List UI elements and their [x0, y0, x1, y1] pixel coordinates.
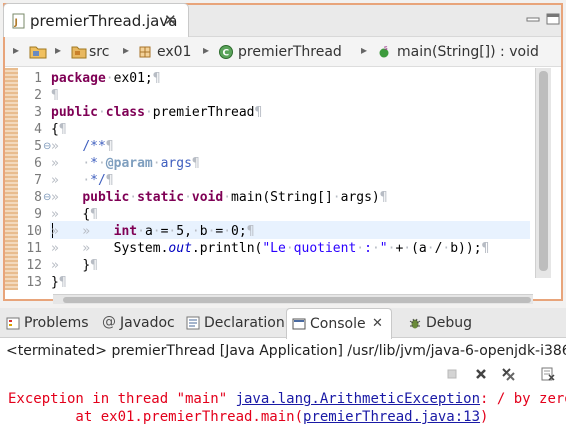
tab-problems[interactable]: Problems: [6, 308, 94, 338]
project-folder-icon[interactable]: [29, 44, 47, 59]
minimize-icon[interactable]: [526, 14, 540, 26]
svg-text:C: C: [223, 49, 230, 59]
code-line: » public·static·void·main(String[]·args)…: [51, 190, 388, 205]
scrollbar-thumb[interactable]: [539, 71, 548, 271]
clear-console-icon[interactable]: [540, 366, 556, 382]
tab-console[interactable]: Console ✕: [286, 308, 392, 339]
views-pane: Problems @ Javadoc Declaration Console ✕: [0, 308, 566, 441]
line-number: 8: [34, 190, 42, 205]
code-line: public·class·premierThread¶: [51, 105, 263, 120]
console-output[interactable]: Exception in thread "main" java.lang.Ari…: [0, 389, 566, 441]
package-icon: [139, 46, 151, 58]
line-number: 6: [34, 156, 42, 171]
breadcrumb-item-src[interactable]: src: [89, 44, 109, 60]
javadoc-icon: @: [102, 314, 116, 330]
tab-javadoc[interactable]: @ Javadoc: [102, 308, 184, 338]
code-line: » /**¶: [51, 139, 114, 154]
editor-tab-strip: J premierThread.java ✕: [3, 3, 561, 37]
line-number: 12: [26, 258, 42, 273]
breadcrumb-item-class[interactable]: premierThread: [238, 44, 342, 60]
console-process-label: <terminated> premierThread [Java Applica…: [0, 339, 566, 363]
tab-label: Declaration: [204, 315, 285, 331]
code-line: ¶: [51, 88, 59, 103]
close-icon[interactable]: ✕: [164, 11, 177, 29]
problems-icon: [6, 317, 20, 330]
line-number: 3: [34, 105, 42, 120]
breadcrumb-item-method[interactable]: main(String[]) : void: [397, 44, 539, 60]
vertical-scrollbar[interactable]: [535, 68, 551, 278]
tab-label: Console: [310, 316, 366, 332]
change-ruler: [5, 68, 18, 290]
line-number: 9: [34, 207, 42, 222]
editor-tab-label: premierThread.java: [30, 12, 178, 30]
code-line: » }¶: [51, 258, 98, 273]
console-error-line: Exception in thread "main" java.lang.Ari…: [8, 391, 566, 407]
code-area[interactable]: 1 2 3 4 5 ⊖ 6 7 8 ⊖ 9 10 11 12 13 packag…: [5, 68, 561, 304]
editor-pane: J premierThread.java ✕ ▸ ▸ src ▸ ex01 ▸ …: [0, 0, 566, 304]
code-line: package·ex01;¶: [51, 71, 161, 86]
chevron-right-icon: ▸: [123, 43, 130, 57]
code-line: » » int·a·=·5,·b·=·0;¶: [51, 224, 255, 239]
error-text: : / by zero: [480, 391, 566, 407]
line-number: 2: [34, 88, 42, 103]
console-process-path: <terminated> premierThread [Java Applica…: [6, 343, 566, 359]
maximize-icon[interactable]: [546, 13, 560, 25]
svg-text:J: J: [14, 18, 18, 28]
terminate-icon[interactable]: [444, 366, 460, 382]
line-number: 5: [34, 139, 42, 154]
chevron-right-icon: ▸: [13, 43, 20, 57]
line-number: 11: [26, 241, 42, 256]
code-line: {¶: [51, 122, 67, 137]
line-number: 7: [34, 173, 42, 188]
console-stack-line: at ex01.premierThread.main(premierThread…: [8, 409, 488, 425]
tab-declaration[interactable]: Declaration: [186, 308, 285, 338]
line-number: 13: [26, 275, 42, 290]
code-line: » ·*/¶: [51, 173, 114, 188]
source-location-link[interactable]: premierThread.java:13: [303, 409, 480, 425]
scrollbar-thumb[interactable]: [63, 297, 531, 303]
class-icon: C: [219, 45, 233, 59]
tab-debug[interactable]: Debug: [408, 308, 478, 338]
editor-tab-premierthread[interactable]: J premierThread.java ✕: [3, 3, 189, 37]
line-number: 1: [34, 71, 42, 86]
console-icon: [292, 318, 306, 330]
chevron-right-icon: ▸: [361, 43, 368, 57]
horizontal-scrollbar[interactable]: [53, 294, 533, 304]
console-toolbar: [0, 363, 566, 387]
remove-all-terminated-icon[interactable]: [500, 366, 516, 382]
declaration-icon: [186, 316, 200, 330]
close-icon[interactable]: ✕: [372, 316, 383, 331]
line-number: 4: [34, 122, 42, 137]
tab-label: Javadoc: [120, 315, 175, 331]
chevron-right-icon: ▸: [203, 43, 210, 57]
code-line: }¶: [51, 275, 67, 290]
exception-link[interactable]: java.lang.ArithmeticException: [236, 391, 480, 407]
error-text: Exception in thread "main": [8, 391, 236, 407]
method-icon: s: [379, 45, 389, 58]
source-folder-icon: [71, 46, 87, 59]
debug-icon: [409, 318, 421, 329]
line-number: 10: [26, 224, 42, 239]
code-line: » {¶: [51, 207, 98, 222]
code-line: » ·*·@param·args¶: [51, 156, 200, 171]
tab-label: Problems: [24, 315, 89, 331]
svg-text:s: s: [384, 45, 388, 52]
views-tab-strip: Problems @ Javadoc Declaration Console ✕: [0, 308, 566, 339]
java-file-icon: J: [12, 13, 25, 29]
editor-frame: J premierThread.java ✕ ▸ ▸ src ▸ ex01 ▸ …: [3, 3, 563, 304]
chevron-right-icon: ▸: [55, 43, 62, 57]
code-line: » » System.out.println("Le·quotient·:·"·…: [51, 241, 490, 256]
tab-label: Debug: [426, 315, 473, 331]
stack-text: ): [480, 409, 489, 425]
breadcrumb-item-ex01[interactable]: ex01: [157, 44, 191, 60]
remove-launch-icon[interactable]: [473, 366, 489, 382]
breadcrumb: ▸ ▸ src ▸ ex01 ▸ C premierThread ▸ s mai…: [5, 37, 561, 67]
stack-text: at ex01.premierThread.main(: [8, 409, 304, 425]
